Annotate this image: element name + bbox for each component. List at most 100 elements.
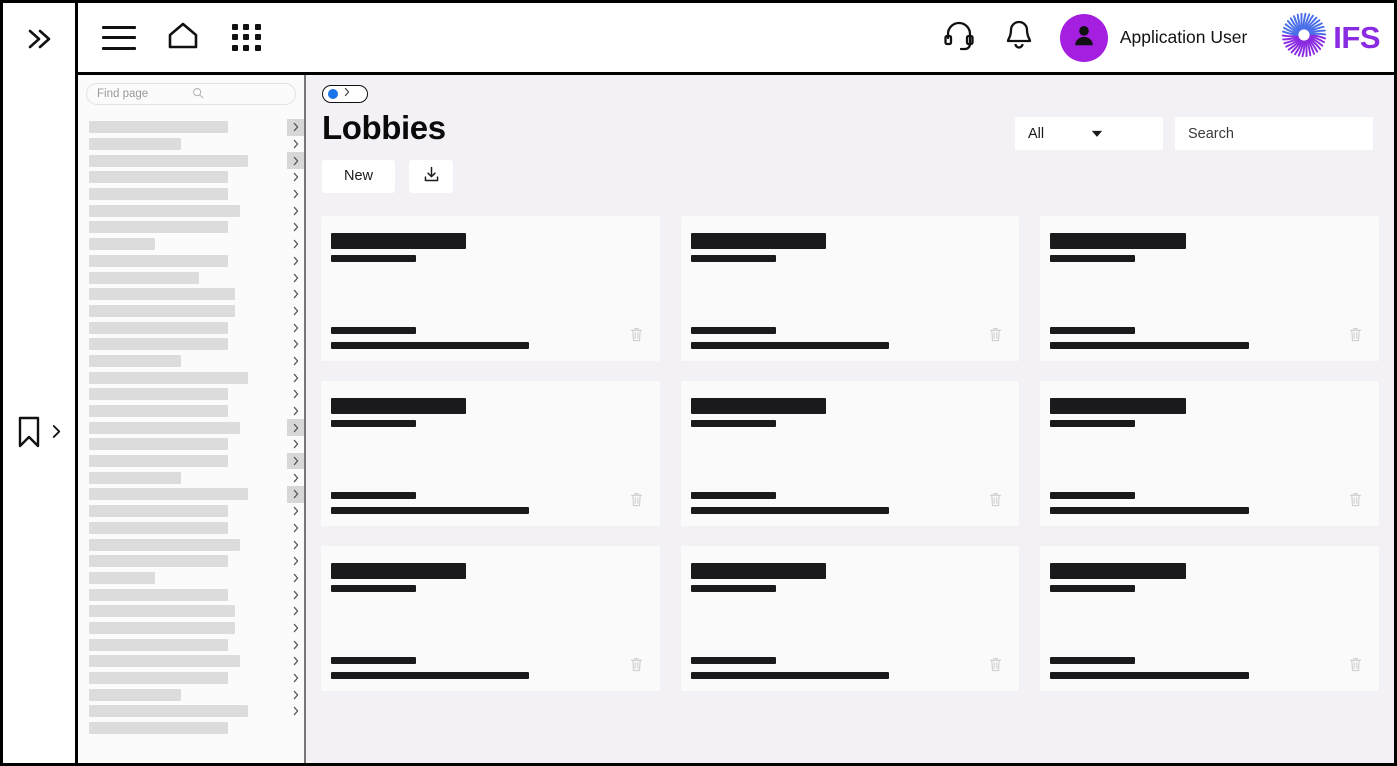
chevron-right-icon[interactable] [51, 423, 62, 445]
chevron-right-icon[interactable] [287, 253, 304, 270]
chevron-right-icon[interactable] [287, 653, 304, 670]
sidebar-item[interactable] [78, 119, 304, 136]
sidebar-item[interactable] [78, 219, 304, 236]
chevron-right-icon[interactable] [287, 236, 304, 253]
sidebar-item[interactable] [78, 653, 304, 670]
chevron-right-icon[interactable] [287, 286, 304, 303]
chevron-right-icon[interactable] [287, 586, 304, 603]
chevron-right-icon[interactable] [287, 452, 304, 470]
chevron-right-icon[interactable] [287, 553, 304, 570]
chevron-right-icon[interactable] [287, 119, 304, 136]
trash-icon[interactable] [1349, 492, 1362, 507]
chevron-right-icon[interactable] [287, 136, 304, 153]
breadcrumb-pill[interactable] [322, 85, 368, 103]
search-input[interactable]: Find page [86, 83, 296, 105]
sidebar-item[interactable] [78, 636, 304, 653]
sidebar-item[interactable] [78, 319, 304, 336]
lobby-card[interactable] [321, 380, 660, 526]
chevron-double-right-icon[interactable] [22, 22, 56, 56]
lobby-card[interactable] [1040, 380, 1379, 526]
user-menu[interactable]: Application User [1059, 13, 1247, 62]
new-button[interactable]: New [322, 159, 395, 193]
bookmarks-toggle[interactable] [16, 105, 62, 763]
sidebar-item[interactable] [78, 436, 304, 453]
sidebar-item[interactable] [78, 186, 304, 203]
sidebar-item[interactable] [78, 303, 304, 320]
sidebar-item[interactable] [78, 452, 304, 470]
download-button[interactable] [409, 159, 453, 193]
chevron-right-icon[interactable] [287, 620, 304, 637]
trash-icon[interactable] [989, 657, 1002, 672]
chevron-right-icon[interactable] [287, 469, 304, 486]
filter-select[interactable]: All [1015, 117, 1163, 150]
lobby-card[interactable] [680, 545, 1020, 691]
search-field[interactable]: Search [1175, 117, 1373, 150]
sidebar-item[interactable] [78, 419, 304, 437]
chevron-right-icon[interactable] [287, 520, 304, 537]
apps-button[interactable] [228, 19, 266, 57]
sidebar-item[interactable] [78, 286, 304, 303]
chevron-right-icon[interactable] [287, 186, 304, 203]
trash-icon[interactable] [1349, 327, 1362, 342]
chevron-right-icon[interactable] [287, 670, 304, 687]
trash-icon[interactable] [989, 327, 1002, 342]
chevron-right-icon[interactable] [287, 386, 304, 403]
chevron-right-icon[interactable] [287, 403, 304, 420]
chevron-right-icon[interactable] [287, 503, 304, 520]
chevron-right-icon[interactable] [287, 336, 304, 353]
sidebar-item[interactable] [78, 236, 304, 253]
sidebar-item[interactable] [78, 553, 304, 570]
sidebar-item[interactable] [78, 520, 304, 537]
chevron-right-icon[interactable] [287, 319, 304, 336]
rail-collapse-area[interactable] [3, 3, 78, 75]
lobby-card[interactable] [680, 215, 1020, 361]
sidebar-item[interactable] [78, 536, 304, 553]
trash-icon[interactable] [630, 657, 643, 672]
notifications-button[interactable] [1000, 19, 1038, 57]
chevron-right-icon[interactable] [287, 703, 304, 720]
chevron-right-icon[interactable] [287, 369, 304, 386]
sidebar-item[interactable] [78, 686, 304, 703]
sidebar-item[interactable] [78, 586, 304, 603]
chevron-right-icon[interactable] [287, 152, 304, 170]
trash-icon[interactable] [1349, 657, 1362, 672]
chevron-right-icon[interactable] [287, 436, 304, 453]
sidebar-item[interactable] [78, 603, 304, 620]
sidebar-item[interactable] [78, 670, 304, 687]
breadcrumb[interactable] [306, 75, 1394, 103]
chevron-right-icon[interactable] [287, 419, 304, 437]
trash-icon[interactable] [630, 492, 643, 507]
chevron-right-icon[interactable] [287, 219, 304, 236]
sidebar-item[interactable] [78, 353, 304, 370]
chevron-right-icon[interactable] [287, 636, 304, 653]
sidebar-item[interactable] [78, 253, 304, 270]
sidebar-item[interactable] [78, 469, 304, 486]
chevron-right-icon[interactable] [287, 353, 304, 370]
sidebar-item[interactable] [78, 336, 304, 353]
trash-icon[interactable] [630, 327, 643, 342]
sidebar-item[interactable] [78, 570, 304, 587]
sidebar-item[interactable] [78, 386, 304, 403]
trash-icon[interactable] [989, 492, 1002, 507]
avatar[interactable] [1059, 13, 1108, 62]
sidebar-item[interactable] [78, 620, 304, 637]
lobby-card[interactable] [321, 545, 660, 691]
lobby-card[interactable] [321, 215, 660, 361]
sidebar-item[interactable] [78, 703, 304, 720]
support-button[interactable] [940, 19, 978, 57]
sidebar-item[interactable] [78, 369, 304, 386]
chevron-right-icon[interactable] [287, 486, 304, 503]
lobby-card[interactable] [680, 380, 1020, 526]
sidebar-item[interactable] [78, 269, 304, 286]
chevron-right-icon[interactable] [287, 269, 304, 286]
chevron-right-icon[interactable] [287, 169, 304, 186]
hamburger-menu-button[interactable] [100, 19, 138, 57]
chevron-right-icon[interactable] [287, 536, 304, 553]
chevron-right-icon[interactable] [287, 603, 304, 620]
chevron-right-icon[interactable] [287, 303, 304, 320]
sidebar-item[interactable] [78, 152, 304, 170]
sidebar-item[interactable] [78, 169, 304, 186]
sidebar-item[interactable] [78, 202, 304, 219]
sidebar-item[interactable] [78, 486, 304, 503]
sidebar-item[interactable] [78, 136, 304, 153]
